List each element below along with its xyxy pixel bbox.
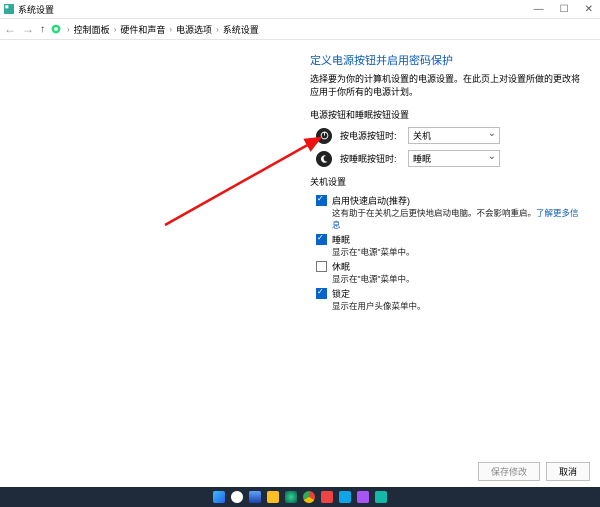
breadcrumb[interactable]: › 控制面板 › 硬件和声音 › 电源选项 › 系统设置 [67, 23, 259, 36]
page-title: 定义电源按钮并启用密码保护 [310, 52, 580, 68]
cancel-button[interactable]: 取消 [546, 462, 590, 481]
chrome-icon[interactable] [303, 491, 315, 503]
taskbar-app-icon[interactable] [321, 491, 333, 503]
minimize-button[interactable]: — [531, 4, 547, 15]
hibernate-sub: 显示在"电源"菜单中。 [332, 273, 415, 285]
lock-checkbox[interactable] [316, 288, 327, 299]
power-icon [316, 128, 332, 144]
power-button-label: 按电源按钮时: [340, 129, 400, 142]
crumb-sep: › [67, 25, 70, 34]
sleep-button-label: 按睡眠按钮时: [340, 152, 400, 165]
sleep-button-value: 睡眠 [413, 154, 431, 164]
up-button[interactable]: ↑ [40, 24, 45, 35]
explorer-icon[interactable] [267, 491, 279, 503]
hibernate-title: 休眠 [332, 260, 415, 273]
taskbar-app-icon[interactable] [357, 491, 369, 503]
window-title: 系统设置 [18, 3, 54, 16]
edge-icon[interactable] [285, 491, 297, 503]
crumb-power-options[interactable]: 电源选项 [176, 23, 212, 36]
taskbar-app-icon[interactable] [375, 491, 387, 503]
forward-button: → [22, 22, 34, 36]
close-button[interactable]: ✕ [582, 4, 596, 15]
sleep-sub: 显示在"电源"菜单中。 [332, 246, 415, 258]
lock-sub: 显示在用户头像菜单中。 [332, 300, 426, 312]
fast-startup-title: 启用快速启动(推荐) [332, 194, 580, 207]
sleep-title: 睡眠 [332, 233, 415, 246]
fast-startup-sub: 这有助于在关机之后更快地启动电脑。不会影响重启。了解更多信息 [332, 207, 580, 231]
crumb-system-settings[interactable]: 系统设置 [223, 23, 259, 36]
taskbar[interactable] [0, 487, 600, 507]
save-button[interactable]: 保存修改 [478, 462, 540, 481]
search-icon[interactable] [231, 491, 243, 503]
section-power-buttons: 电源按钮和睡眠按钮设置 [310, 108, 580, 121]
crumb-hardware-sound[interactable]: 硬件和声音 [120, 23, 165, 36]
taskbar-app-icon[interactable] [339, 491, 351, 503]
back-button[interactable]: ← [4, 22, 16, 36]
lock-title: 锁定 [332, 287, 426, 300]
sleep-checkbox[interactable] [316, 234, 327, 245]
control-panel-icon [51, 24, 61, 34]
maximize-button[interactable]: ☐ [557, 4, 572, 15]
crumb-sep: › [169, 25, 172, 34]
section-shutdown: 关机设置 [310, 175, 580, 188]
fast-startup-checkbox[interactable] [316, 195, 327, 206]
taskview-icon[interactable] [249, 491, 261, 503]
sleep-icon [316, 151, 332, 167]
page-description: 选择要为你的计算机设置的电源设置。在此页上对设置所做的更改将应用于你所有的电源计… [310, 72, 580, 98]
power-button-value: 关机 [413, 131, 431, 141]
crumb-control-panel[interactable]: 控制面板 [74, 23, 110, 36]
crumb-sep: › [114, 25, 117, 34]
sleep-button-select[interactable]: 睡眠 [408, 150, 500, 167]
power-button-select[interactable]: 关机 [408, 127, 500, 144]
hibernate-checkbox[interactable] [316, 261, 327, 272]
crumb-sep: › [216, 25, 219, 34]
app-icon [4, 4, 14, 14]
start-icon[interactable] [213, 491, 225, 503]
